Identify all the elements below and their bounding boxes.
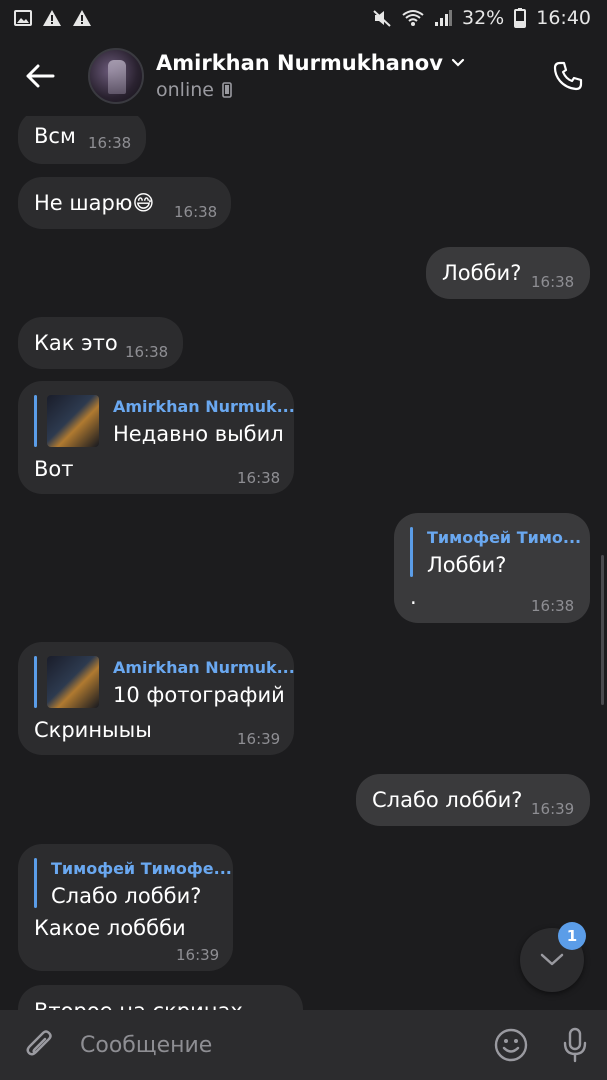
- unread-count-badge: 1: [558, 922, 586, 950]
- reply-author: Тимофей Тимофе...: [51, 858, 232, 878]
- message-text: Как это: [34, 331, 118, 355]
- reply-bar: [34, 656, 37, 708]
- message-text: Лобби?: [442, 261, 522, 285]
- reply-bar: [34, 395, 37, 447]
- battery-percent: 32%: [462, 7, 505, 29]
- message-time: 16:39: [237, 730, 281, 748]
- scrollbar[interactable]: [601, 555, 604, 705]
- reply-preview[interactable]: Тимофей Тимофе... Слабо лобби?: [34, 858, 232, 908]
- message-text: Вот: [34, 457, 74, 481]
- attach-button[interactable]: [0, 1010, 80, 1080]
- message-bubble[interactable]: Тимофей Тимофе... Слабо лобби? Какое лоб…: [18, 844, 233, 971]
- message-bubble[interactable]: Не шарю😅 16:38: [18, 177, 231, 229]
- phone-icon: [553, 61, 583, 91]
- voice-message-button[interactable]: [543, 1010, 607, 1080]
- message-bubble[interactable]: Amirkhan Nurmuk... Недавно выбил Вот 16:…: [18, 381, 295, 494]
- emoji-button[interactable]: [479, 1010, 543, 1080]
- message-composer: [0, 1010, 607, 1080]
- message-time: 16:39: [531, 800, 575, 818]
- reply-preview[interactable]: Тимофей Тимо... Лобби?: [410, 527, 581, 577]
- avatar[interactable]: [88, 48, 144, 104]
- message-bubble[interactable]: Слабо лобби? 16:39: [356, 774, 590, 826]
- message-bubble[interactable]: Лобби? 16:38: [426, 247, 590, 299]
- message-time: 16:38: [531, 597, 575, 615]
- reply-thumbnail: [47, 656, 99, 708]
- message-bubble[interactable]: Всм 16:38: [18, 116, 146, 164]
- message-text: Какое лоббби: [34, 916, 186, 940]
- chevron-down-icon: [540, 953, 564, 966]
- chat-header: Amirkhan Nurmukhanov online: [0, 36, 607, 116]
- message-text: Слабо лобби?: [372, 788, 523, 812]
- reply-bar: [410, 527, 413, 577]
- message-time: 16:39: [176, 946, 220, 964]
- reply-text: Недавно выбил: [113, 421, 284, 446]
- microphone-icon: [563, 1027, 587, 1063]
- message-input[interactable]: [80, 1032, 479, 1058]
- paperclip-icon: [26, 1030, 52, 1056]
- message-bubble[interactable]: Второе на скринах: [18, 985, 303, 1010]
- call-button[interactable]: [533, 36, 603, 116]
- presence-status: online: [156, 79, 214, 101]
- message-time: 16:38: [174, 203, 218, 221]
- reply-author: Amirkhan Nurmuk...: [113, 396, 295, 416]
- message-time: 16:38: [88, 134, 132, 152]
- status-bar: 32% 16:40: [0, 0, 607, 36]
- back-button[interactable]: [0, 36, 80, 116]
- message-bubble[interactable]: Тимофей Тимо... Лобби? . 16:38: [394, 513, 590, 623]
- reply-author: Тимофей Тимо...: [427, 527, 582, 547]
- mute-icon: [372, 9, 392, 27]
- smiley-icon: [494, 1028, 528, 1062]
- reply-thumbnail: [47, 395, 99, 447]
- reply-text: Слабо лобби?: [51, 883, 202, 908]
- arrow-left-icon: [26, 64, 55, 88]
- clock: 16:40: [536, 7, 591, 29]
- message-bubble[interactable]: Как это 16:38: [18, 317, 183, 369]
- message-text: .: [410, 585, 417, 609]
- warning-icon: [42, 9, 62, 27]
- message-text: Скриныыы: [34, 718, 152, 742]
- message-time: 16:38: [531, 273, 575, 291]
- mobile-device-icon: [222, 82, 232, 98]
- warning-icon: [72, 9, 92, 27]
- message-bubble[interactable]: Amirkhan Nurmuk... 10 фотографий Скриныы…: [18, 642, 295, 755]
- reply-bar: [34, 858, 37, 908]
- message-text: Не шарю😅: [34, 191, 155, 215]
- gallery-notification-icon: [14, 10, 32, 26]
- message-list[interactable]: Всм 16:38 Не шарю😅 16:38 Лобби? 16:38 Ка…: [0, 116, 607, 1010]
- contact-name: Amirkhan Nurmukhanov: [156, 51, 443, 75]
- reply-text: 10 фотографий: [113, 682, 285, 707]
- wifi-icon: [402, 9, 424, 27]
- reply-preview[interactable]: Amirkhan Nurmuk... 10 фотографий: [34, 656, 295, 708]
- reply-preview[interactable]: Amirkhan Nurmuk... Недавно выбил: [34, 395, 295, 447]
- reply-text: Лобби?: [427, 552, 507, 577]
- message-text: Второе на скринах: [34, 999, 243, 1010]
- message-time: 16:38: [237, 469, 281, 487]
- battery-icon: [514, 8, 527, 28]
- chevron-down-icon: [451, 58, 465, 67]
- reply-author: Amirkhan Nurmuk...: [113, 657, 295, 677]
- signal-icon: [434, 10, 452, 26]
- chat-title[interactable]: Amirkhan Nurmukhanov online: [156, 51, 533, 101]
- message-text: Всм: [34, 124, 76, 148]
- message-time: 16:38: [125, 343, 169, 361]
